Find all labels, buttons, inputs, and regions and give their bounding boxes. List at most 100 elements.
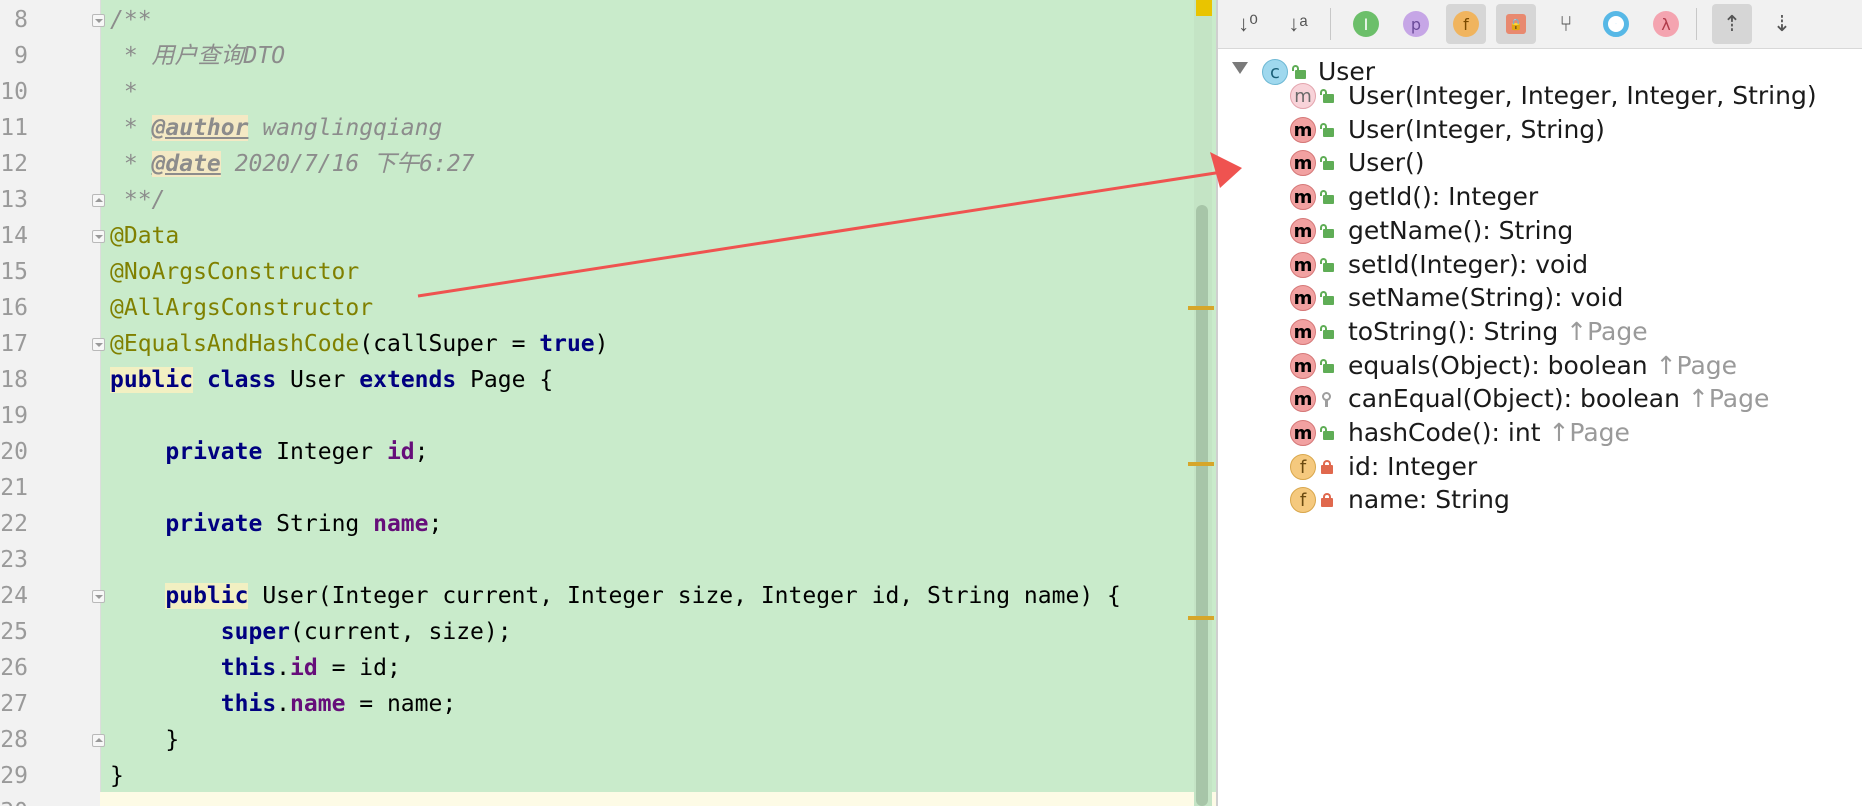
line-number: 27 — [0, 691, 28, 717]
line-number: 25 — [0, 619, 28, 645]
tree-member[interactable]: User(Integer, Integer, Integer, String) — [1348, 78, 1817, 114]
line-number: 15 — [0, 259, 28, 285]
code-token: ; — [414, 439, 429, 465]
line-number: 20 — [0, 439, 28, 465]
code-token: . — [276, 655, 291, 681]
show-properties-button[interactable]: p — [1396, 4, 1436, 44]
code-line[interactable]: * @author wanglingqiang — [110, 110, 442, 146]
show-non-public-button[interactable]: 🔒 — [1496, 4, 1536, 44]
show-lambdas-button[interactable]: λ — [1646, 4, 1686, 44]
show-fields-button[interactable]: f — [1446, 4, 1486, 44]
code-token: /** — [110, 7, 152, 33]
warning-stripe[interactable] — [1188, 616, 1214, 620]
code-token: wanglingqiang — [248, 115, 443, 141]
code-token: private — [165, 511, 263, 537]
code-area[interactable]: /** * 用户查询DTO * * @author wanglingqiang … — [110, 0, 1216, 806]
code-line[interactable]: @NoArgsConstructor — [110, 254, 359, 290]
show-anonymous-button[interactable]: ◯ — [1596, 4, 1636, 44]
public-visibility-icon — [1320, 89, 1334, 103]
code-line[interactable]: /** — [110, 2, 152, 38]
code-token: Page { — [456, 367, 554, 393]
member-signature: getId(): Integer — [1348, 182, 1539, 212]
tree-member[interactable]: User(Integer, String) — [1348, 112, 1605, 148]
tree-member[interactable]: name: String — [1348, 482, 1510, 518]
code-line[interactable]: public class User extends Page { — [110, 362, 553, 398]
toolbar-separator — [1330, 8, 1331, 40]
code-token: User — [276, 367, 360, 393]
code-line[interactable]: * @date 2020/7/16 下午6:27 — [110, 146, 475, 182]
code-line[interactable]: } — [110, 722, 179, 758]
public-visibility-icon — [1320, 257, 1334, 272]
tree-member[interactable]: setName(String): void — [1348, 280, 1623, 316]
public-visibility-icon — [1320, 122, 1334, 137]
tree-member[interactable]: hashCode(): int ↑Page — [1348, 415, 1630, 451]
code-line[interactable]: super(current, size); — [110, 614, 512, 650]
public-visibility-icon — [1320, 358, 1334, 373]
code-token: name — [373, 511, 429, 537]
code-line[interactable]: * 用户查询DTO — [110, 38, 285, 74]
code-token: id — [290, 655, 318, 681]
code-line[interactable]: * — [110, 74, 138, 110]
code-token: super — [220, 619, 291, 645]
code-editor[interactable]: 8 9 10 11 12 13 14 15 16 17 18 19 20 21 22 23 24 25 26 27 28… — [0, 0, 1216, 806]
line-number: 11 — [0, 115, 28, 141]
tree-member[interactable]: equals(Object): boolean ↑Page — [1348, 348, 1737, 384]
code-line[interactable]: **/ — [110, 182, 166, 218]
autoscroll-to-source-icon: ⇡ — [1722, 11, 1742, 36]
show-lambdas-icon: λ — [1653, 11, 1679, 37]
code-token: @Data — [110, 223, 180, 249]
public-visibility-icon — [1320, 324, 1334, 339]
show-properties-icon: p — [1403, 11, 1429, 37]
fold-marker-icon[interactable] — [92, 590, 105, 603]
editor-scrollbar-thumb[interactable] — [1196, 205, 1208, 806]
tree-member[interactable]: id: Integer — [1348, 449, 1477, 485]
fold-marker-icon[interactable] — [92, 14, 105, 27]
fold-marker-icon[interactable] — [92, 734, 105, 747]
warning-stripe[interactable] — [1188, 462, 1214, 466]
tree-member[interactable]: User() — [1348, 145, 1425, 181]
public-visibility-icon — [1320, 156, 1334, 171]
autoscroll-to-source-button[interactable]: ⇡ — [1712, 4, 1752, 44]
tree-member[interactable]: toString(): String ↑Page — [1348, 314, 1648, 350]
inherited-from-label: ↑Page — [1540, 418, 1630, 447]
fold-marker-icon[interactable] — [92, 230, 105, 243]
sort-alphabetically-button[interactable]: ↓ᵃ — [1278, 4, 1318, 44]
line-number: 29 — [0, 763, 28, 789]
code-line[interactable]: @EqualsAndHashCode(callSuper = true) — [110, 326, 609, 362]
private-visibility-icon — [1320, 493, 1334, 508]
sort-by-visibility-button[interactable]: ↓⁰ — [1228, 4, 1268, 44]
tree-member[interactable]: canEqual(Object): boolean ↑Page — [1348, 381, 1769, 417]
tree-member[interactable]: getName(): String — [1348, 213, 1573, 249]
code-line[interactable]: private String name; — [110, 506, 442, 542]
tree-member[interactable]: setId(Integer): void — [1348, 247, 1588, 283]
code-line[interactable]: this.id = id; — [110, 650, 401, 686]
line-number: 28 — [0, 727, 28, 753]
method-icon: m — [1290, 352, 1316, 379]
expand-arrow-icon[interactable] — [1232, 62, 1248, 74]
show-hierarchy-button[interactable]: ⑂ — [1546, 4, 1586, 44]
fold-marker-icon[interactable] — [92, 338, 105, 351]
code-token: ) — [594, 331, 609, 357]
public-visibility-icon — [1320, 426, 1334, 440]
current-line-highlight — [100, 792, 1216, 806]
show-inherited-button[interactable]: I — [1346, 4, 1386, 44]
code-line[interactable]: public User(Integer current, Integer siz… — [110, 578, 1121, 614]
code-line[interactable]: @AllArgsConstructor — [110, 290, 373, 326]
code-line[interactable]: @Data — [110, 218, 179, 254]
code-line[interactable]: this.name = name; — [110, 686, 456, 722]
code-token: public — [110, 367, 194, 393]
tree-member[interactable]: getId(): Integer — [1348, 179, 1538, 215]
line-number: 19 — [0, 403, 28, 429]
method-icon: m — [1290, 116, 1316, 143]
inspection-status-marker[interactable] — [1196, 0, 1212, 16]
method-icon: m — [1290, 83, 1316, 109]
warning-stripe[interactable] — [1188, 306, 1214, 310]
autoscroll-from-source-button[interactable]: ⇣ — [1762, 4, 1802, 44]
code-line[interactable]: private Integer id; — [110, 434, 429, 470]
fold-marker-icon[interactable] — [92, 194, 105, 207]
code-token: = id; — [317, 655, 401, 681]
line-number: 10 — [0, 79, 28, 105]
code-line[interactable]: } — [110, 758, 124, 794]
